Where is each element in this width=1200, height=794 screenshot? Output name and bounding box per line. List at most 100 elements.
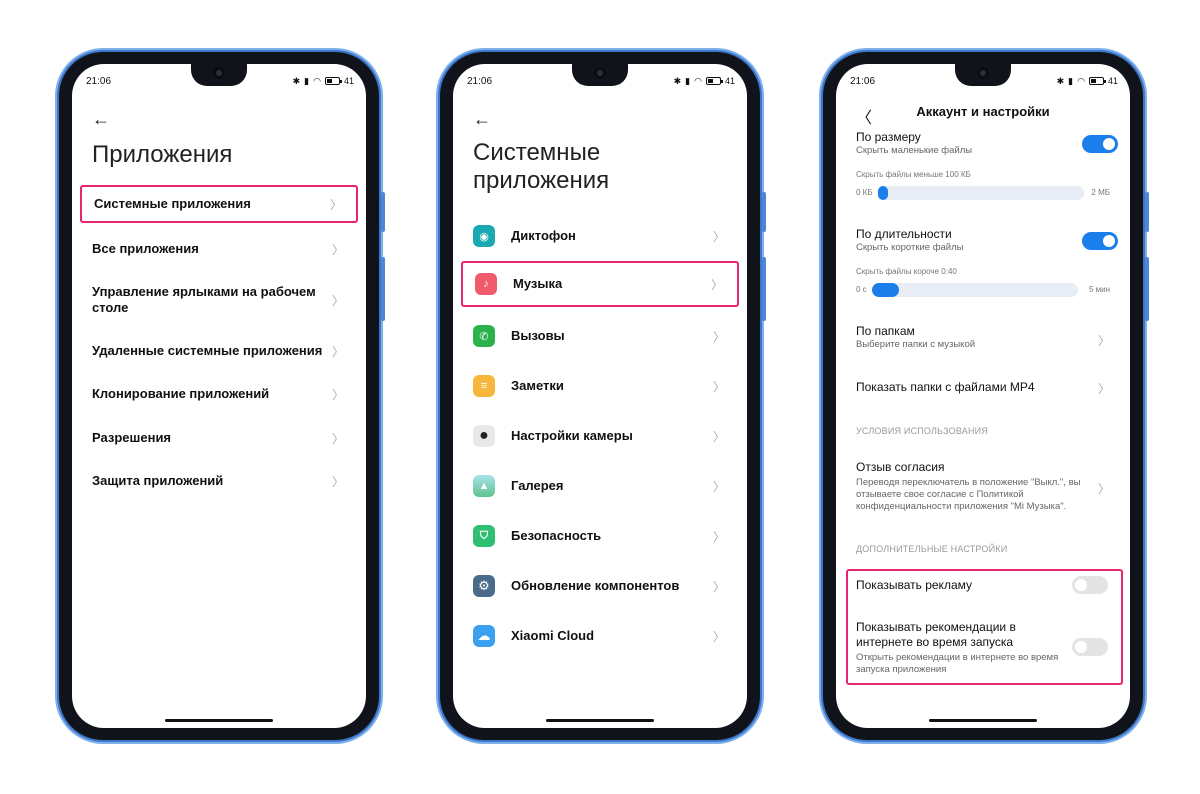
music-icon: ♪	[475, 273, 497, 295]
battery-level: 41	[1107, 76, 1118, 86]
setting-show-mp4-folders[interactable]: Показать папки с файлами MP4	[856, 380, 1110, 395]
gallery-icon: ▲	[473, 475, 495, 497]
page-title: Приложения	[92, 141, 233, 168]
bluetooth-icon: ✱	[1056, 75, 1065, 86]
wifi-icon: ◠	[1077, 75, 1085, 86]
chevron-right-icon: 〉	[712, 329, 725, 344]
camera-icon: ●	[473, 425, 495, 447]
chevron-right-icon: 〉	[331, 242, 344, 257]
wifi-icon: ◠	[313, 75, 321, 86]
battery-icon	[705, 77, 723, 85]
header: 〈 Аккаунт и настройки	[836, 104, 1130, 128]
battery-icon	[1088, 77, 1106, 85]
battery-level: 41	[343, 76, 354, 86]
chevron-right-icon: 〉	[712, 429, 725, 444]
chevron-right-icon: 〉	[331, 293, 344, 308]
signal-icon: ▮	[685, 75, 691, 86]
chevron-right-icon: 〉	[710, 277, 723, 292]
chevron-right-icon: 〉	[331, 474, 344, 489]
home-indicator[interactable]	[546, 719, 654, 722]
bluetooth-icon: ✱	[673, 75, 682, 86]
app-item-music[interactable]: ♪ Музыка 〉	[461, 261, 739, 307]
setting-by-duration: По длительности Скрыть короткие файлы	[856, 227, 964, 253]
section-extra: ДОПОЛНИТЕЛЬНЫЕ НАСТРОЙКИ	[856, 544, 1008, 554]
back-chevron-icon[interactable]: 〈	[856, 104, 872, 128]
menu-item-dual-apps[interactable]: Клонирование приложений 〉	[80, 375, 358, 413]
phone-frame-2: 21:06 ✱ ▮ ◠ 41 ← Системные приложения ◉ …	[440, 52, 766, 740]
app-item-gallery[interactable]: ▲ Галерея 〉	[461, 464, 739, 508]
app-item-xiaomi-cloud[interactable]: ☁ Xiaomi Cloud 〉	[461, 614, 739, 658]
status-bar: 21:06 ✱ ▮ ◠ 41	[86, 74, 354, 88]
wifi-icon: ◠	[694, 75, 702, 86]
chevron-right-icon: 〉	[712, 529, 725, 544]
show-ads-toggle[interactable]	[1072, 576, 1108, 594]
status-bar: 21:06 ✱ ▮ ◠ 41	[467, 74, 735, 88]
setting-show-recommendations: Показывать рекомендации в интернете во в…	[856, 620, 1059, 675]
back-arrow-icon[interactable]: ←	[473, 110, 491, 128]
chevron-right-icon: 〉	[712, 379, 725, 394]
by-size-slider-fill	[878, 186, 889, 200]
by-size-max: 2 МБ	[1091, 188, 1110, 197]
by-duration-slider-fill	[872, 283, 899, 297]
by-size-slider[interactable]	[878, 186, 1084, 200]
security-icon: ⛉	[473, 525, 495, 547]
menu-item-permissions[interactable]: Разрешения 〉	[80, 419, 358, 457]
bluetooth-icon: ✱	[292, 75, 301, 86]
phone-icon: ✆	[473, 325, 495, 347]
menu-item-all-apps[interactable]: Все приложения 〉	[80, 230, 358, 268]
chevron-right-icon: 〉	[1097, 482, 1110, 496]
chevron-right-icon: 〉	[331, 431, 344, 446]
page-title-line-2: приложения	[473, 167, 610, 194]
chevron-right-icon: 〉	[712, 629, 725, 644]
recorder-icon: ◉	[473, 225, 495, 247]
status-time: 21:06	[467, 75, 493, 87]
status-time: 21:06	[86, 75, 112, 87]
menu-item-app-lock[interactable]: Защита приложений 〉	[80, 462, 358, 500]
battery-icon	[324, 77, 342, 85]
show-recommendations-toggle[interactable]	[1072, 638, 1108, 656]
app-item-camera-settings[interactable]: ● Настройки камеры 〉	[461, 414, 739, 458]
notes-icon: ≡	[473, 375, 495, 397]
app-item-notes[interactable]: ≡ Заметки 〉	[461, 364, 739, 408]
setting-by-size: По размеру Скрыть маленькие файлы	[856, 130, 973, 156]
home-indicator[interactable]	[165, 719, 273, 722]
by-duration-hint: Скрыть файлы короче 0:40	[856, 267, 957, 276]
chevron-right-icon: 〉	[331, 387, 344, 402]
by-size-toggle[interactable]	[1082, 135, 1118, 153]
header-title: Аккаунт и настройки	[916, 104, 1050, 119]
battery-level: 41	[724, 76, 735, 86]
signal-icon: ▮	[304, 75, 310, 86]
app-item-component-update[interactable]: ⚙ Обновление компонентов 〉	[461, 564, 739, 608]
app-item-calls[interactable]: ✆ Вызовы 〉	[461, 314, 739, 358]
home-indicator[interactable]	[929, 719, 1037, 722]
menu-item-shortcuts[interactable]: Управление ярлыками на рабочем столе 〉	[80, 276, 358, 324]
status-time: 21:06	[850, 75, 876, 87]
by-duration-max: 5 мин	[1088, 285, 1110, 294]
menu-item-removed-system-apps[interactable]: Удаленные системные приложения 〉	[80, 332, 358, 370]
by-size-min: 0 КБ	[856, 188, 873, 197]
phone-screen-apps: 21:06 ✱ ▮ ◠ 41 ← Приложения Системные пр…	[72, 64, 366, 728]
by-size-hint: Скрыть файлы меньше 100 КБ	[856, 170, 971, 179]
setting-consent-withdraw[interactable]: Отзыв согласия Переводя переключатель в …	[856, 460, 1094, 513]
menu-item-system-apps[interactable]: Системные приложения 〉	[80, 185, 358, 223]
phone-screen-system-apps: 21:06 ✱ ▮ ◠ 41 ← Системные приложения ◉ …	[453, 64, 747, 728]
back-arrow-icon[interactable]: ←	[92, 110, 110, 128]
app-item-recorder[interactable]: ◉ Диктофон 〉	[461, 214, 739, 258]
chevron-right-icon: 〉	[1097, 334, 1110, 348]
cloud-icon: ☁	[473, 625, 495, 647]
chevron-right-icon: 〉	[329, 197, 342, 212]
by-duration-toggle[interactable]	[1082, 232, 1118, 250]
app-item-security[interactable]: ⛉ Безопасность 〉	[461, 514, 739, 558]
phone-frame-3: 21:06 ✱ ▮ ◠ 41 〈 Аккаунт и настройки По …	[823, 52, 1149, 740]
chevron-right-icon: 〉	[712, 579, 725, 594]
chevron-right-icon: 〉	[712, 229, 725, 244]
gear-icon: ⚙	[473, 575, 495, 597]
chevron-right-icon: 〉	[1097, 382, 1110, 396]
phone-screen-music-settings: 21:06 ✱ ▮ ◠ 41 〈 Аккаунт и настройки По …	[836, 64, 1130, 728]
setting-by-folders[interactable]: По папкам Выберите папки с музыкой	[856, 324, 1110, 351]
chevron-right-icon: 〉	[331, 344, 344, 359]
chevron-right-icon: 〉	[712, 479, 725, 494]
phone-frame-1: 21:06 ✱ ▮ ◠ 41 ← Приложения Системные пр…	[59, 52, 385, 740]
by-duration-slider[interactable]	[872, 283, 1078, 297]
status-bar: 21:06 ✱ ▮ ◠ 41	[850, 74, 1118, 88]
